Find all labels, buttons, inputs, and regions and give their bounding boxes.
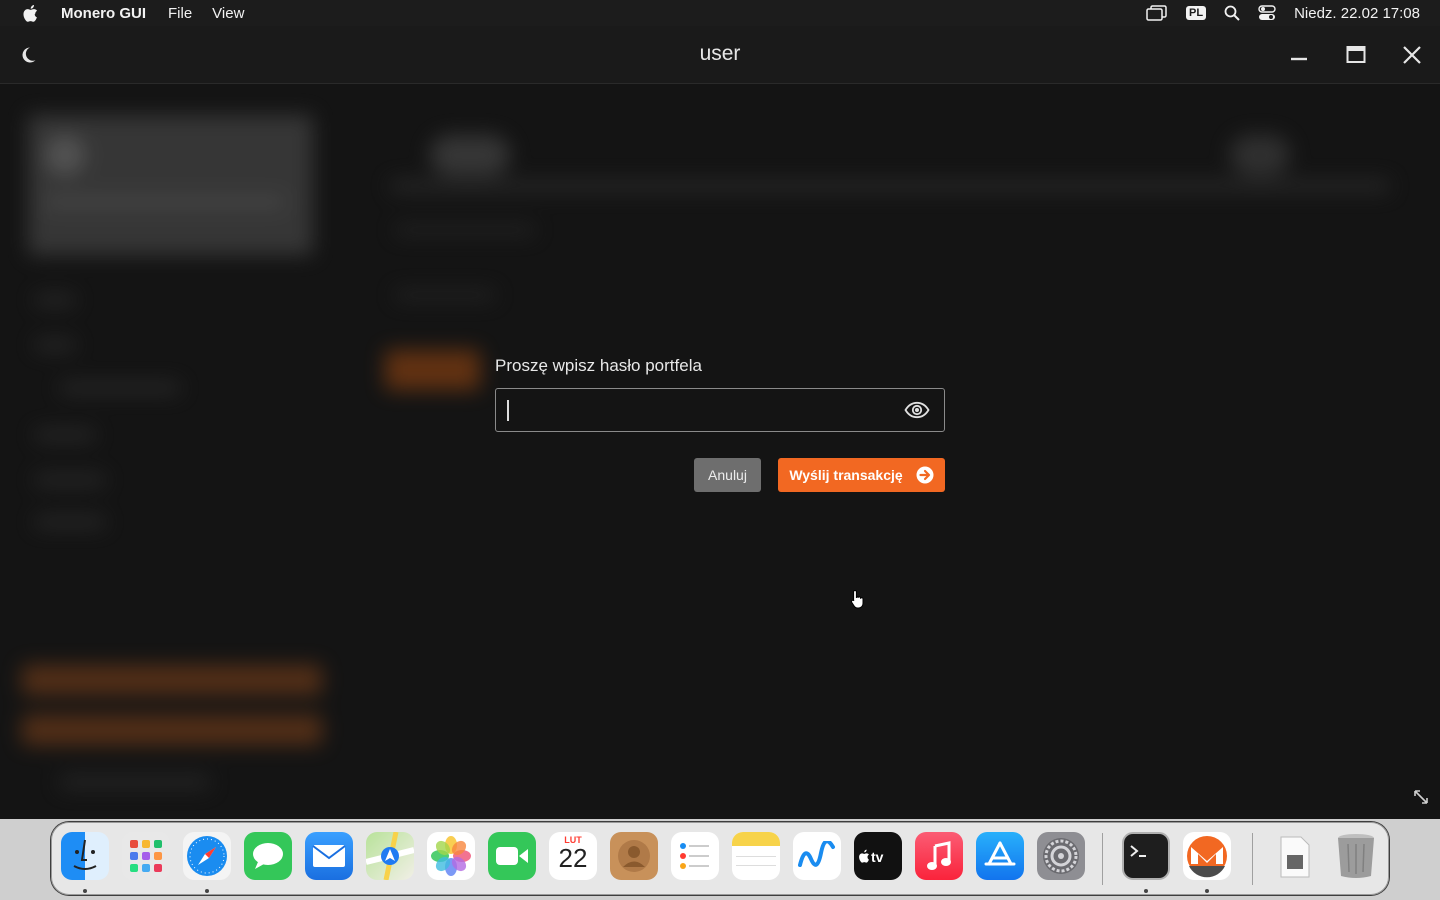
- safari-running-indicator: [205, 889, 209, 893]
- appletv-icon[interactable]: tv: [854, 832, 902, 880]
- password-input[interactable]: [496, 389, 896, 431]
- maps-icon[interactable]: [366, 832, 414, 880]
- finder-running-indicator: [83, 889, 87, 893]
- arrow-right-circle-icon: [916, 466, 934, 484]
- dock-separator: [1252, 833, 1253, 885]
- cancel-button[interactable]: Anuluj: [694, 458, 761, 492]
- text-caret: [507, 400, 509, 421]
- blurred-wallet-background: [0, 85, 1440, 819]
- system-settings-icon[interactable]: [1037, 832, 1085, 880]
- monero-running-indicator: [1205, 889, 1209, 893]
- close-button[interactable]: [1399, 42, 1425, 68]
- calendar-icon[interactable]: LUT 22: [549, 832, 597, 880]
- file-menu[interactable]: File: [168, 5, 192, 22]
- maximize-icon: [1346, 46, 1366, 63]
- facetime-icon[interactable]: [488, 832, 536, 880]
- terminal-running-indicator: [1144, 889, 1148, 893]
- wallet-password-dialog: Proszę wpisz hasło portfela Anuluj Wyśli…: [495, 356, 945, 492]
- apple-menu-icon[interactable]: [22, 4, 44, 23]
- appstore-icon[interactable]: [976, 832, 1024, 880]
- monero-wallet-window: user Proszę wpisz hasło portfela Anuluj …: [0, 26, 1440, 819]
- maximize-button[interactable]: [1343, 42, 1369, 68]
- menubar-clock[interactable]: Niedz. 22.02 17:08: [1294, 5, 1420, 22]
- window-titlebar: user: [0, 26, 1440, 84]
- macos-dock: LUT 22 tv: [51, 822, 1389, 895]
- send-transaction-button[interactable]: Wyślij transakcję: [778, 458, 945, 492]
- spotlight-search-icon[interactable]: [1224, 5, 1240, 21]
- messages-icon[interactable]: [244, 832, 292, 880]
- trash-icon[interactable]: [1332, 832, 1380, 880]
- password-prompt-label: Proszę wpisz hasło portfela: [495, 356, 702, 375]
- finder-icon[interactable]: [61, 832, 109, 880]
- window-title: user: [699, 42, 741, 65]
- mail-icon[interactable]: [305, 832, 353, 880]
- control-center-icon[interactable]: [1258, 5, 1276, 21]
- downloads-icon[interactable]: [1271, 832, 1319, 880]
- safari-icon[interactable]: [183, 832, 231, 880]
- send-transaction-label: Wyślij transakcję: [789, 467, 903, 483]
- password-field-container: [495, 388, 945, 432]
- minimize-icon: [1291, 57, 1307, 61]
- show-password-eye-icon[interactable]: [904, 401, 930, 424]
- contacts-icon[interactable]: [610, 832, 658, 880]
- notes-icon[interactable]: [732, 832, 780, 880]
- dock-separator: [1102, 833, 1103, 885]
- freeform-icon[interactable]: [793, 832, 841, 880]
- menu-bar: Monero GUI File View PL Niedz. 22.02 17:…: [0, 0, 1440, 26]
- reminders-icon[interactable]: [671, 832, 719, 880]
- resize-arrows-icon[interactable]: [1412, 788, 1430, 811]
- app-name-menu[interactable]: Monero GUI: [61, 5, 146, 22]
- monero-icon[interactable]: [1183, 832, 1231, 880]
- terminal-icon[interactable]: [1122, 832, 1170, 880]
- svg-text:tv: tv: [871, 849, 884, 865]
- screen-mirroring-icon[interactable]: [1146, 5, 1168, 21]
- keyboard-layout-badge: PL: [1186, 6, 1207, 20]
- close-icon: [1403, 46, 1421, 64]
- input-source-menu[interactable]: PL: [1186, 6, 1207, 20]
- calendar-day-label: 22: [558, 843, 588, 873]
- launchpad-icon[interactable]: [122, 832, 170, 880]
- music-icon[interactable]: [915, 832, 963, 880]
- photos-icon[interactable]: [427, 832, 475, 880]
- minimize-button[interactable]: [1286, 42, 1312, 68]
- view-menu[interactable]: View: [212, 5, 244, 22]
- hand-pointer-cursor-icon: [850, 589, 866, 614]
